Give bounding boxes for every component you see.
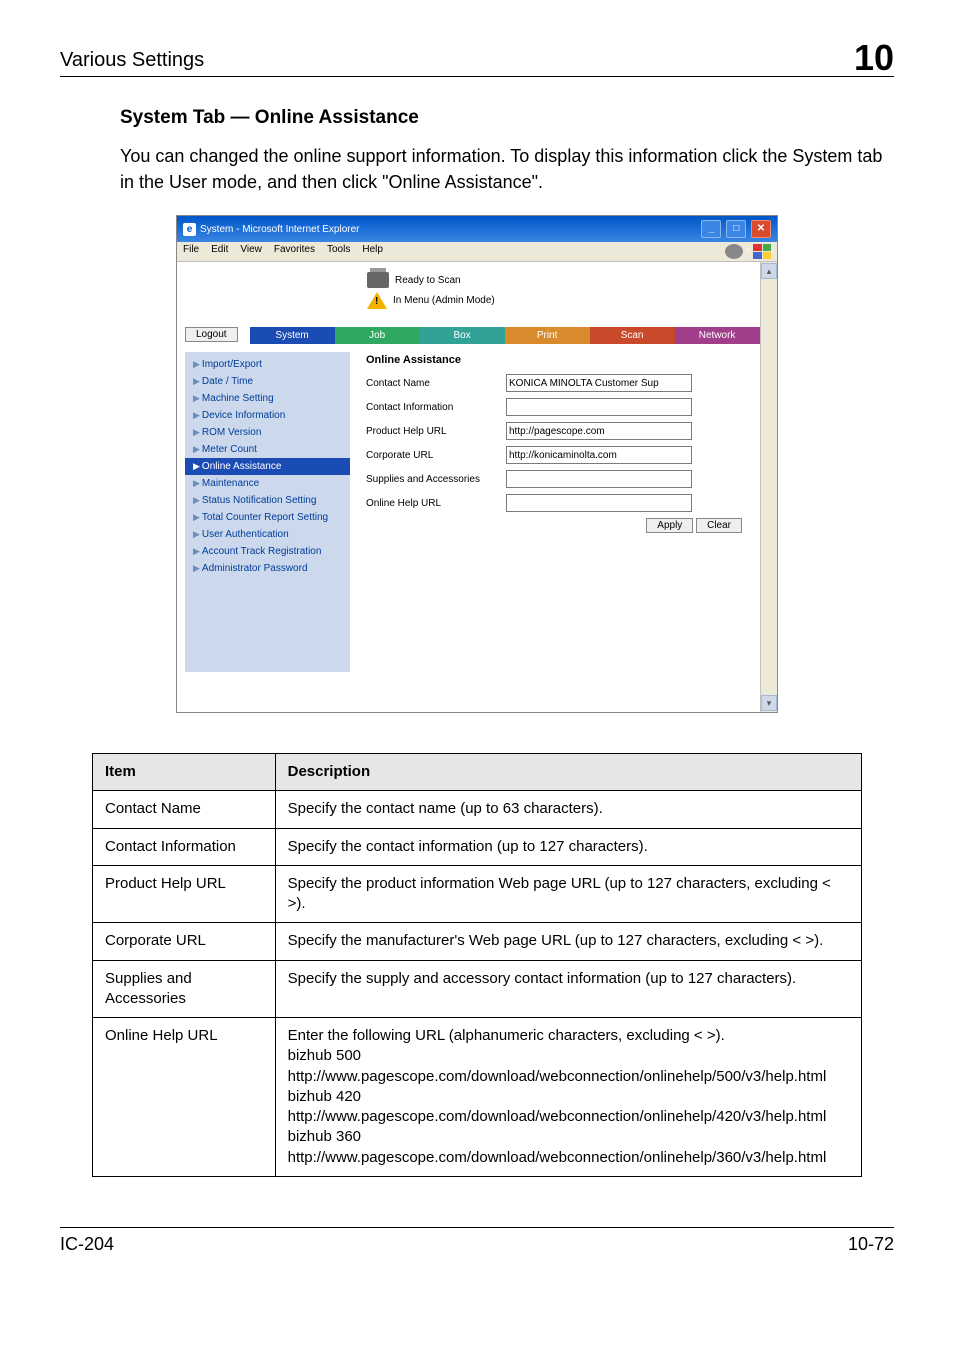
menu-favorites[interactable]: Favorites bbox=[274, 244, 315, 259]
cell-desc: Specify the contact name (up to 63 chara… bbox=[275, 791, 861, 828]
warning-icon bbox=[367, 292, 387, 309]
sidebar-item-meter-count[interactable]: ▶Meter Count bbox=[185, 441, 350, 458]
clear-button[interactable]: Clear bbox=[696, 518, 742, 533]
menu-file[interactable]: File bbox=[183, 244, 199, 259]
cell-item: Online Help URL bbox=[93, 1018, 276, 1177]
tab-box[interactable]: Box bbox=[420, 327, 505, 344]
sidebar-item-admin-password[interactable]: ▶Administrator Password bbox=[185, 560, 350, 577]
cell-desc: Specify the contact information (up to 1… bbox=[275, 828, 861, 865]
label-online-help-url: Online Help URL bbox=[366, 498, 506, 509]
page-header: Various Settings 10 bbox=[60, 40, 894, 77]
sidebar-item-device-information[interactable]: ▶Device Information bbox=[185, 407, 350, 424]
sidebar-item-online-assistance[interactable]: ▶Online Assistance bbox=[185, 458, 350, 475]
table-row: Contact Information Specify the contact … bbox=[93, 828, 862, 865]
label-contact-name: Contact Name bbox=[366, 378, 506, 389]
menu-help[interactable]: Help bbox=[362, 244, 383, 259]
input-contact-name[interactable] bbox=[506, 374, 692, 392]
tab-print[interactable]: Print bbox=[505, 327, 590, 344]
table-row: Product Help URL Specify the product inf… bbox=[93, 865, 862, 923]
label-product-help-url: Product Help URL bbox=[366, 426, 506, 437]
input-supplies-accessories[interactable] bbox=[506, 470, 692, 488]
cell-desc: Specify the manufacturer's Web page URL … bbox=[275, 923, 861, 960]
window-title: System - Microsoft Internet Explorer bbox=[200, 224, 360, 235]
tab-bar: Logout System Job Box Print Scan Network bbox=[185, 327, 760, 344]
minimize-button[interactable]: _ bbox=[701, 220, 721, 238]
maximize-button[interactable]: □ bbox=[726, 220, 746, 238]
input-corporate-url[interactable] bbox=[506, 446, 692, 464]
cell-desc: Enter the following URL (alphanumeric ch… bbox=[275, 1018, 861, 1177]
sidebar-item-import-export[interactable]: ▶Import/Export bbox=[185, 356, 350, 373]
links-icon[interactable] bbox=[725, 244, 743, 259]
page-footer: IC-204 10-72 bbox=[60, 1227, 894, 1255]
close-button[interactable]: ✕ bbox=[751, 220, 771, 238]
label-supplies-accessories: Supplies and Accessories bbox=[366, 474, 506, 485]
footer-right: 10-72 bbox=[848, 1234, 894, 1255]
menu-edit[interactable]: Edit bbox=[211, 244, 228, 259]
label-contact-information: Contact Information bbox=[366, 402, 506, 413]
menu-tools[interactable]: Tools bbox=[327, 244, 350, 259]
sidebar-item-total-counter-report[interactable]: ▶Total Counter Report Setting bbox=[185, 509, 350, 526]
sidebar-item-maintenance[interactable]: ▶Maintenance bbox=[185, 475, 350, 492]
content-panel: Online Assistance Contact Name Contact I… bbox=[360, 352, 752, 672]
header-right: 10 bbox=[854, 40, 894, 76]
sidebar-item-user-authentication[interactable]: ▶User Authentication bbox=[185, 526, 350, 543]
cell-item: Product Help URL bbox=[93, 865, 276, 923]
section-intro: You can changed the online support infor… bbox=[120, 143, 894, 195]
screenshot-window: e System - Microsoft Internet Explorer _… bbox=[176, 215, 778, 713]
sidebar-item-rom-version[interactable]: ▶ROM Version bbox=[185, 424, 350, 441]
table-row: Supplies and Accessories Specify the sup… bbox=[93, 960, 862, 1018]
tab-scan[interactable]: Scan bbox=[590, 327, 675, 344]
cell-desc: Specify the supply and accessory contact… bbox=[275, 960, 861, 1018]
table-row: Contact Name Specify the contact name (u… bbox=[93, 791, 862, 828]
cell-desc: Specify the product information Web page… bbox=[275, 865, 861, 923]
windows-flag-icon bbox=[753, 244, 771, 259]
th-description: Description bbox=[275, 754, 861, 791]
tab-network[interactable]: Network bbox=[675, 327, 760, 344]
sidebar-item-account-track[interactable]: ▶Account Track Registration bbox=[185, 543, 350, 560]
header-left: Various Settings bbox=[60, 49, 204, 76]
status-mode: In Menu (Admin Mode) bbox=[393, 295, 495, 306]
printer-icon bbox=[367, 272, 389, 288]
menu-view[interactable]: View bbox=[240, 244, 262, 259]
status-ready: Ready to Scan bbox=[395, 275, 461, 286]
tab-system[interactable]: System bbox=[250, 327, 335, 344]
content-heading: Online Assistance bbox=[366, 354, 746, 366]
description-table: Item Description Contact Name Specify th… bbox=[92, 753, 862, 1177]
section-title: System Tab — Online Assistance bbox=[120, 107, 894, 129]
ie-icon: e bbox=[183, 223, 196, 236]
input-online-help-url[interactable] bbox=[506, 494, 692, 512]
footer-left: IC-204 bbox=[60, 1234, 114, 1255]
sidebar-item-status-notification[interactable]: ▶Status Notification Setting bbox=[185, 492, 350, 509]
apply-button[interactable]: Apply bbox=[646, 518, 693, 533]
input-product-help-url[interactable] bbox=[506, 422, 692, 440]
table-row: Corporate URL Specify the manufacturer's… bbox=[93, 923, 862, 960]
cell-item: Contact Name bbox=[93, 791, 276, 828]
input-contact-information[interactable] bbox=[506, 398, 692, 416]
sidebar-item-date-time[interactable]: ▶Date / Time bbox=[185, 373, 350, 390]
cell-item: Contact Information bbox=[93, 828, 276, 865]
sidebar-item-machine-setting[interactable]: ▶Machine Setting bbox=[185, 390, 350, 407]
cell-item: Supplies and Accessories bbox=[93, 960, 276, 1018]
status-area: Ready to Scan In Menu (Admin Mode) bbox=[177, 262, 760, 327]
tab-job[interactable]: Job bbox=[335, 327, 420, 344]
window-buttons: _ □ ✕ bbox=[699, 220, 771, 238]
table-row: Online Help URL Enter the following URL … bbox=[93, 1018, 862, 1177]
titlebar: e System - Microsoft Internet Explorer _… bbox=[177, 216, 777, 242]
scrollbar[interactable]: ▴ ▾ bbox=[760, 262, 777, 712]
scroll-down-arrow[interactable]: ▾ bbox=[761, 695, 777, 711]
scroll-up-arrow[interactable]: ▴ bbox=[761, 263, 777, 279]
cell-item: Corporate URL bbox=[93, 923, 276, 960]
sidebar: ▶Import/Export ▶Date / Time ▶Machine Set… bbox=[185, 352, 350, 672]
th-item: Item bbox=[93, 754, 276, 791]
logout-button[interactable]: Logout bbox=[185, 327, 238, 342]
menubar: File Edit View Favorites Tools Help bbox=[177, 242, 777, 262]
label-corporate-url: Corporate URL bbox=[366, 450, 506, 461]
